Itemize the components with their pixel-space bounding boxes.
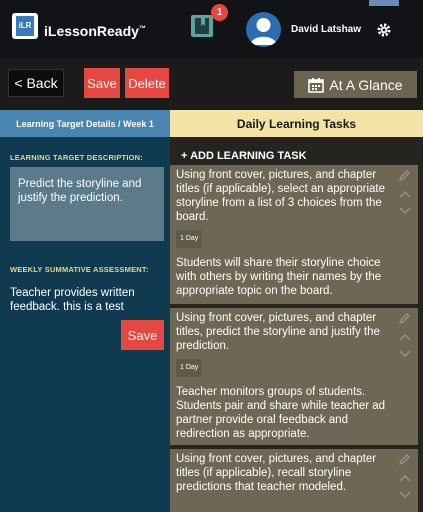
learning-target-panel: LEARNING TARGET DESCRIPTION: Predict the… [0, 137, 170, 512]
logo-mark: iLR [16, 16, 34, 36]
calendar-icon [308, 77, 325, 93]
brand-tm: ™ [138, 25, 146, 33]
chevron-up-icon[interactable] [396, 329, 414, 345]
at-a-glance-button[interactable]: At A Glance [294, 71, 417, 98]
task-text: Using front cover, pictures, and chapter… [176, 169, 386, 223]
pencil-icon[interactable] [396, 167, 414, 183]
task-detail: Teacher monitors groups of students. Stu… [176, 386, 386, 440]
top-bar: iLR iLessonReady™ 1 David Latshaw [0, 0, 423, 58]
gear-icon[interactable] [376, 22, 392, 38]
learning-target-field[interactable]: Predict the storyline and justify the pr… [10, 167, 164, 241]
chevron-down-icon[interactable] [396, 487, 414, 503]
weekly-assessment-text[interactable]: Teacher provides written feedback. this … [10, 286, 160, 314]
weekly-assessment-label: WEEKLY SUMMATIVE ASSESSMENT: [10, 265, 149, 274]
learning-target-header: Learning Target Details / Week 1 [0, 110, 170, 137]
task-card[interactable]: Using front cover, pictures, and chapter… [170, 165, 393, 304]
toolbar: < Back Save Delete At A Glance [0, 58, 423, 110]
book-icon[interactable] [190, 14, 214, 38]
chevron-down-icon[interactable] [396, 346, 414, 362]
chevron-up-icon[interactable] [396, 186, 414, 202]
chevron-up-icon[interactable] [396, 470, 414, 486]
task-card[interactable]: Using front cover, pictures, and chapter… [170, 449, 393, 512]
duration-badge: 1 Day [176, 230, 203, 248]
add-learning-task-button[interactable]: + ADD LEARNING TASK [181, 150, 307, 162]
at-a-glance-label: At A Glance [329, 76, 403, 93]
task-controls [393, 308, 418, 445]
brand-text: iLessonReady [44, 23, 139, 39]
notification-badge: 1 [211, 4, 228, 21]
pencil-icon[interactable] [396, 310, 414, 326]
back-button[interactable]: < Back [8, 69, 64, 97]
avatar[interactable] [246, 12, 281, 47]
save-button[interactable]: Save [84, 68, 120, 98]
duration-badge: 1 Day [176, 359, 203, 377]
chevron-down-icon[interactable] [396, 203, 414, 219]
learning-target-label: LEARNING TARGET DESCRIPTION: [10, 153, 143, 162]
settings-indicator [369, 0, 399, 6]
daily-tasks-header: Daily Learning Tasks [170, 110, 423, 137]
task-controls [393, 449, 418, 512]
task-card[interactable]: Using front cover, pictures, and chapter… [170, 308, 393, 445]
avatar-icon [250, 18, 277, 45]
task-controls [393, 165, 418, 304]
app-logo[interactable]: iLR [12, 13, 38, 39]
save-assessment-button[interactable]: Save [121, 320, 164, 350]
task-detail: Students will share their storyline choi… [176, 257, 382, 297]
pencil-icon[interactable] [396, 451, 414, 467]
user-name[interactable]: David Latshaw [291, 24, 361, 35]
brand-name: iLessonReady™ [44, 23, 146, 39]
task-text: Using front cover, pictures, and chapter… [176, 453, 377, 493]
delete-button[interactable]: Delete [125, 68, 169, 98]
task-text: Using front cover, pictures, and chapter… [176, 312, 380, 352]
